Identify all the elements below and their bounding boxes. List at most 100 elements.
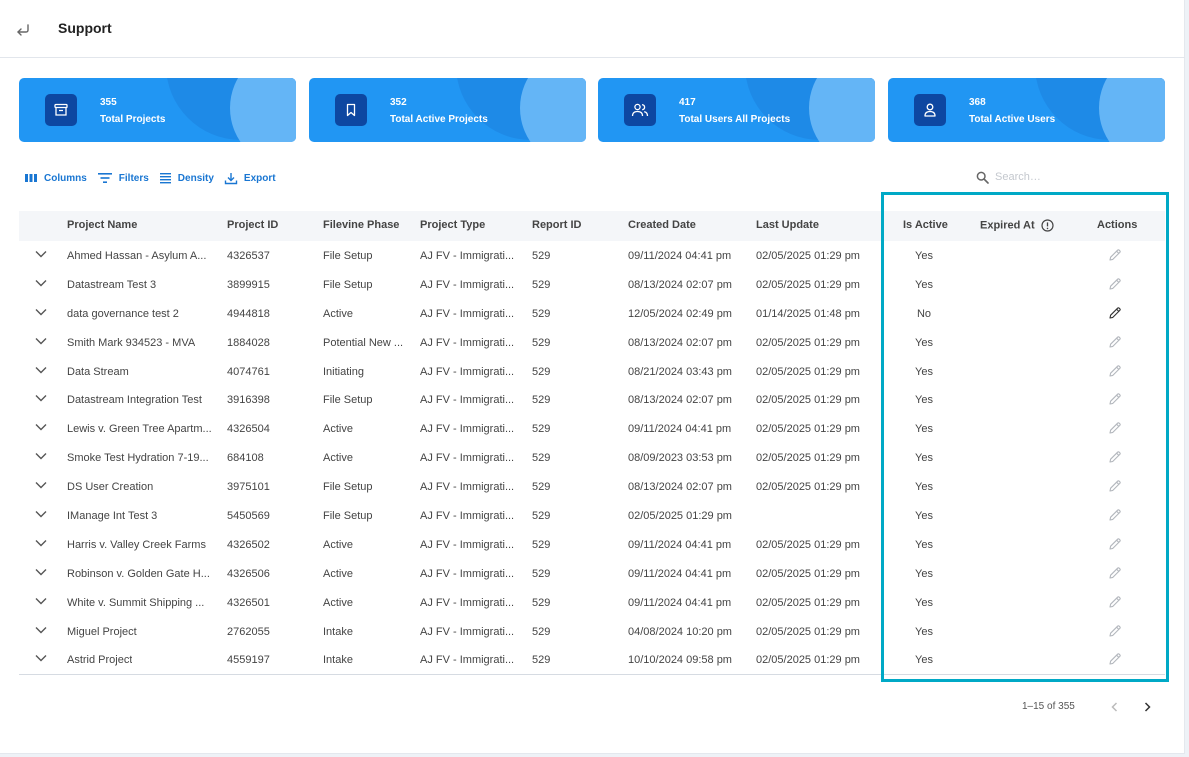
expand-chevron-icon[interactable]	[34, 567, 48, 580]
cell-report-id: 529	[532, 481, 551, 494]
edit-pencil-icon[interactable]	[1108, 248, 1122, 265]
archive-box-icon	[45, 94, 77, 126]
cell-project-type: AJ FV - Immigrati...	[420, 452, 515, 465]
table-body: Ahmed Hassan - Asylum A... 4326537 File Se…	[19, 241, 1165, 674]
cell-last-update: 02/05/2025 01:29 pm	[756, 538, 860, 551]
edit-pencil-icon[interactable]	[1108, 450, 1122, 467]
edit-pencil-icon[interactable]	[1108, 537, 1122, 554]
edit-pencil-icon[interactable]	[1108, 595, 1122, 612]
expand-chevron-icon[interactable]	[34, 249, 48, 262]
cell-project-id: 3975101	[227, 481, 270, 494]
expand-chevron-icon[interactable]	[34, 509, 48, 522]
table-row[interactable]: DS User Creation 3975101 File Setup AJ FV -…	[19, 472, 1165, 501]
cell-created-date: 08/13/2024 02:07 pm	[628, 278, 732, 291]
cell-filevine-phase: Initiating	[323, 365, 364, 378]
edit-pencil-icon[interactable]	[1108, 364, 1122, 381]
table-row[interactable]: Datastream Test 3 3899915 File Setup AJ FV …	[19, 270, 1165, 299]
filters-button[interactable]: Filters	[97, 172, 149, 184]
cell-is-active: No	[916, 307, 932, 320]
table-row[interactable]: Smoke Test Hydration 7-19... 684108 Active…	[19, 443, 1165, 472]
expand-chevron-icon[interactable]	[34, 451, 48, 464]
table-row[interactable]: Harris v. Valley Creek Farms 4326502 Activ…	[19, 530, 1165, 559]
cell-filevine-phase: Active	[323, 567, 353, 580]
edit-pencil-icon[interactable]	[1108, 479, 1122, 496]
table-row[interactable]: Smith Mark 934523 - MVA 1884028 Potential …	[19, 328, 1165, 357]
expand-chevron-icon[interactable]	[34, 365, 48, 378]
cell-last-update: 02/05/2025 01:29 pm	[756, 452, 860, 465]
col-header-last-update[interactable]: Last Update	[756, 219, 819, 231]
edit-pencil-icon[interactable]	[1108, 392, 1122, 409]
edit-pencil-icon[interactable]	[1108, 277, 1122, 294]
cell-last-update: 02/05/2025 01:29 pm	[756, 394, 860, 407]
cell-is-active: Yes	[915, 654, 933, 667]
table-row[interactable]: Ahmed Hassan - Asylum A... 4326537 File Se…	[19, 241, 1165, 270]
cell-last-update: 02/05/2025 01:29 pm	[756, 278, 860, 291]
table-row[interactable]: Miguel Project 2762055 Intake AJ FV - Immig…	[19, 617, 1165, 646]
expand-chevron-icon[interactable]	[34, 422, 48, 435]
expand-chevron-icon[interactable]	[34, 278, 48, 291]
cell-project-name: Miguel Project	[67, 625, 137, 638]
cell-is-active: Yes	[915, 481, 933, 494]
expand-chevron-icon[interactable]	[34, 393, 48, 406]
table-row[interactable]: Astrid Project 4559197 Intake AJ FV - Immig…	[19, 645, 1165, 674]
cell-filevine-phase: File Setup	[323, 278, 373, 291]
edit-pencil-icon[interactable]	[1108, 421, 1122, 438]
cell-is-active: Yes	[915, 365, 933, 378]
table-row[interactable]: Data Stream 4074761 Initiating AJ FV - Immi…	[19, 357, 1165, 386]
export-button[interactable]: Export	[224, 172, 276, 185]
expand-chevron-icon[interactable]	[34, 480, 48, 493]
col-header-expired-at[interactable]: Expired At	[980, 219, 1054, 232]
col-header-filevine-phase[interactable]: Filevine Phase	[323, 219, 399, 231]
cell-created-date: 04/08/2024 10:20 pm	[628, 625, 732, 638]
density-button[interactable]: Density	[159, 172, 214, 184]
bookmark-icon	[335, 94, 367, 126]
info-icon[interactable]	[1041, 219, 1054, 232]
table-row[interactable]: White v. Summit Shipping ... 4326501 Activ…	[19, 588, 1165, 617]
col-header-project-id[interactable]: Project ID	[227, 219, 278, 231]
previous-page-icon[interactable]	[1109, 700, 1121, 718]
edit-pencil-icon[interactable]	[1108, 335, 1122, 352]
user-icon	[914, 94, 946, 126]
page-header: Support	[0, 0, 1185, 58]
col-header-project-name[interactable]: Project Name	[67, 219, 137, 231]
col-header-is-active[interactable]: Is Active	[903, 219, 948, 231]
table-row[interactable]: Datastream Integration Test 3916398 File S…	[19, 385, 1165, 414]
edit-pencil-icon[interactable]	[1108, 624, 1122, 641]
cell-created-date: 12/05/2024 02:49 pm	[628, 307, 732, 320]
expand-chevron-icon[interactable]	[34, 653, 48, 666]
edit-pencil-icon[interactable]	[1108, 306, 1122, 323]
cell-project-id: 4326502	[227, 538, 270, 551]
table-row[interactable]: data governance test 2 4944818 Active AJ FV…	[19, 299, 1165, 328]
cell-project-id: 1884028	[227, 336, 270, 349]
edit-pencil-icon[interactable]	[1108, 508, 1122, 525]
search-input[interactable]	[995, 171, 1135, 183]
cell-project-id: 4074761	[227, 365, 270, 378]
table-row[interactable]: IManage Int Test 3 5450569 File Setup AJ FV…	[19, 501, 1165, 530]
cell-project-type: AJ FV - Immigrati...	[420, 365, 515, 378]
columns-button[interactable]: Columns	[24, 172, 87, 184]
filters-label: Filters	[118, 172, 149, 184]
col-header-project-type[interactable]: Project Type	[420, 219, 485, 231]
table-row[interactable]: Robinson v. Golden Gate H... 4326506 Activ…	[19, 559, 1165, 588]
cell-project-type: AJ FV - Immigrati...	[420, 423, 515, 436]
expand-chevron-icon[interactable]	[34, 625, 48, 638]
expand-chevron-icon[interactable]	[34, 307, 48, 320]
expand-chevron-icon[interactable]	[34, 336, 48, 349]
stat-label: Total Users All Projects	[679, 114, 791, 125]
cell-created-date: 08/13/2024 02:07 pm	[628, 336, 732, 349]
density-icon	[159, 173, 171, 184]
edit-pencil-icon[interactable]	[1108, 652, 1122, 669]
edit-pencil-icon[interactable]	[1108, 566, 1122, 583]
filter-icon	[97, 173, 112, 183]
export-icon	[224, 172, 238, 184]
return-arrow-icon[interactable]	[14, 20, 32, 38]
stat-value: 355	[100, 97, 117, 108]
expand-chevron-icon[interactable]	[34, 596, 48, 609]
col-header-report-id[interactable]: Report ID	[532, 219, 582, 231]
cell-created-date: 08/13/2024 02:07 pm	[628, 481, 732, 494]
table-row[interactable]: Lewis v. Green Tree Apartm... 4326504 Acti…	[19, 414, 1165, 443]
expand-chevron-icon[interactable]	[34, 538, 48, 551]
cell-filevine-phase: Active	[323, 596, 353, 609]
next-page-icon[interactable]	[1141, 700, 1153, 718]
col-header-created-date[interactable]: Created Date	[628, 219, 696, 231]
